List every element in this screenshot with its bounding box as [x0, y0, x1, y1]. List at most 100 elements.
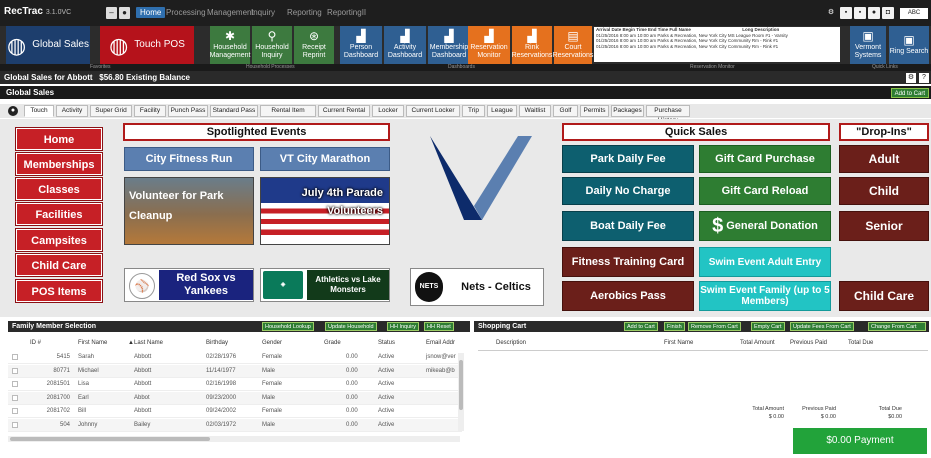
quick-tile-swim-event-adult[interactable]: Swim Event Adult Entry — [699, 247, 831, 277]
row-checkbox[interactable] — [12, 354, 18, 360]
help-icon[interactable]: ? — [919, 73, 929, 83]
vermont-systems-button[interactable]: ▣ Vermont Systems — [850, 26, 886, 64]
household-lookup-button[interactable]: Household Lookup — [262, 322, 314, 331]
family-col-email-addr[interactable]: Email Addr — [426, 340, 455, 346]
tab-facility[interactable]: Facility — [134, 105, 166, 117]
tab-packages[interactable]: Packages — [611, 105, 644, 117]
hh-reset-button[interactable]: HH Reset — [424, 322, 454, 331]
payment-button[interactable]: $0.00 Payment — [793, 428, 927, 454]
quick-tile-daily-no-charge[interactable]: Daily No Charge — [562, 177, 694, 205]
menu-tab-reporting[interactable]: Reporting — [287, 8, 322, 17]
menu-tab-home[interactable]: Home — [136, 7, 166, 18]
tab-trip[interactable]: Trip — [462, 105, 485, 117]
cart-add-button[interactable]: Add to Cart — [624, 322, 658, 331]
tab-rental-item[interactable]: Rental Item — [260, 105, 316, 117]
update-fees-button[interactable]: Update Fees From Cart — [790, 322, 854, 331]
menu-tab-reportingii[interactable]: ReportingII — [327, 8, 366, 17]
minimize-icon[interactable]: – — [106, 7, 117, 19]
quick-tile-aerobics-pass[interactable]: Aerobics Pass — [562, 281, 694, 311]
event-tile-city-fitness-run[interactable]: City Fitness Run — [124, 147, 254, 171]
ring-search-button[interactable]: ▣ Ring Search — [889, 26, 929, 64]
row-checkbox[interactable] — [12, 367, 18, 374]
activity-dashboard-button[interactable]: ▟ Activity Dashboard — [384, 26, 426, 64]
cart-finish-button[interactable]: Finish — [664, 322, 685, 331]
tab-touch[interactable]: Touch — [24, 105, 54, 117]
family-col-id[interactable]: ID # — [30, 340, 41, 346]
nav-memberships[interactable]: Memberships — [16, 153, 102, 175]
nav-pos-items[interactable]: POS Items — [16, 280, 102, 302]
household-management-button[interactable]: ✱ Household Management — [210, 26, 250, 64]
drop-in-tile-adult[interactable]: Adult — [839, 145, 929, 173]
menu-icon[interactable]: ● — [119, 7, 130, 19]
tab-waitlist[interactable]: Waitlist — [519, 105, 551, 117]
scroll-thumb[interactable] — [459, 360, 463, 410]
table-row[interactable]: 80771 Michael Abbott 11/14/1977 Male 0.00 Acti… — [8, 364, 462, 378]
touch-pos-button[interactable]: ◍ Touch POS — [100, 26, 194, 64]
tab-current-locker[interactable]: Current Locker — [406, 105, 460, 117]
remove-from-cart-button[interactable]: Remove From Cart — [688, 322, 741, 331]
tab-golf[interactable]: Golf — [553, 105, 578, 117]
nav-facilities[interactable]: Facilities — [16, 203, 102, 225]
settings-icon[interactable]: ⚙ — [825, 7, 837, 19]
game-tile-athletics-lake-monsters[interactable]: ◈ Athletics vs Lake Monsters — [260, 268, 390, 302]
table-row[interactable]: 2081501 Lisa Abbott 02/16/1998 Female 0.00 Act… — [8, 378, 462, 391]
family-col-status[interactable]: Status — [378, 340, 395, 346]
hh-inquiry-button[interactable]: HH Inquiry — [387, 322, 419, 331]
family-col-grade[interactable]: Grade — [324, 340, 341, 346]
global-sales-button[interactable]: ◍ Global Sales — [6, 26, 90, 64]
receipt-reprint-button[interactable]: ⊛ Receipt Reprint — [294, 26, 334, 64]
drop-in-tile-child-care[interactable]: Child Care — [839, 281, 929, 311]
menu-tab-inquiry[interactable]: Inquiry — [251, 8, 275, 17]
quick-tile-general-donation[interactable]: $ General Donation — [699, 211, 831, 241]
quick-tile-fitness-training-card[interactable]: Fitness Training Card — [562, 247, 694, 277]
table-row[interactable]: 2081702 Bill Abbott 09/24/2002 Female 0.00 Act… — [8, 405, 462, 418]
quick-tile-park-daily-fee[interactable]: Park Daily Fee — [562, 145, 694, 173]
print-icon[interactable]: ▪ — [854, 7, 866, 19]
reservation-monitor-button[interactable]: ▟ Reservation Monitor — [468, 26, 510, 64]
row-checkbox[interactable] — [12, 421, 18, 428]
tab-league[interactable]: League — [487, 105, 517, 117]
empty-cart-button[interactable]: Empty Cart — [751, 322, 785, 331]
court-reservations-button[interactable]: ▤ Court Reservations — [553, 26, 593, 64]
row-checkbox[interactable] — [12, 394, 18, 401]
quick-tile-swim-event-family[interactable]: Swim Event Family (up to 5 Members) — [699, 281, 831, 311]
tab-locker[interactable]: Locker — [372, 105, 404, 117]
tab-activity[interactable]: Activity — [56, 105, 88, 117]
family-col-last-name[interactable]: Last Name — [134, 340, 163, 346]
rink-reservations-button[interactable]: ▟ Rink Reservations — [512, 26, 552, 64]
grid-row[interactable]: 01/25/2016 8:00 am 10:00 am Parks & Recr… — [594, 44, 840, 50]
row-checkbox[interactable] — [12, 381, 18, 387]
nav-campsites[interactable]: Campsites — [16, 229, 102, 251]
drop-in-tile-senior[interactable]: Senior — [839, 211, 929, 241]
help-icon[interactable]: ◘ — [882, 7, 894, 19]
nav-home[interactable]: Home — [16, 128, 102, 150]
menu-tab-processing[interactable]: Processing — [166, 8, 206, 17]
event-tile-volunteer-cleanup[interactable]: Volunteer for Park Cleanup — [124, 177, 254, 245]
tab-permits[interactable]: Permits — [580, 105, 609, 117]
table-row[interactable]: 2081700 Earl Abbot 09/23/2000 Male 0.00 Active — [8, 391, 462, 405]
tab-super-grid[interactable]: Super Grid — [90, 105, 132, 117]
row-checkbox[interactable] — [12, 408, 18, 414]
quick-tile-gift-card-reload[interactable]: Gift Card Reload — [699, 177, 831, 205]
nav-child-care[interactable]: Child Care — [16, 254, 102, 276]
change-from-cart-button[interactable]: Change From Cart — [868, 322, 926, 331]
game-tile-red-sox-yankees[interactable]: ⚾ Red Sox vs Yankees — [124, 268, 254, 302]
tab-current-rental[interactable]: Current Rental — [318, 105, 370, 117]
menu-tab-management[interactable]: Management — [207, 8, 254, 17]
gear-icon[interactable]: ⚙ — [906, 73, 916, 83]
quick-tile-gift-card-purchase[interactable]: Gift Card Purchase — [699, 145, 831, 173]
info-icon[interactable]: ● — [8, 106, 18, 116]
nav-classes[interactable]: Classes — [16, 178, 102, 200]
window-icon[interactable]: ▪ — [840, 7, 852, 19]
drop-in-tile-child[interactable]: Child — [839, 177, 929, 205]
family-col-first-name[interactable]: First Name — [78, 340, 107, 346]
tab-purchase-history[interactable]: Purchase History — [646, 105, 690, 124]
tab-standard-pass[interactable]: Standard Pass — [210, 105, 258, 117]
family-col-birthday[interactable]: Birthday — [206, 340, 228, 346]
add-to-cart-top-button[interactable]: Add to Cart — [890, 88, 929, 98]
game-tile-nets-celtics[interactable]: NETS Nets - Celtics — [410, 268, 544, 306]
tab-punch-pass[interactable]: Punch Pass — [168, 105, 208, 117]
event-tile-july4-parade[interactable]: July 4th Parade Volunteers — [260, 177, 390, 245]
household-inquiry-button[interactable]: ⚲ Household Inquiry — [252, 26, 292, 64]
membership-dashboard-button[interactable]: ▟ Membership Dashboard — [428, 26, 470, 64]
